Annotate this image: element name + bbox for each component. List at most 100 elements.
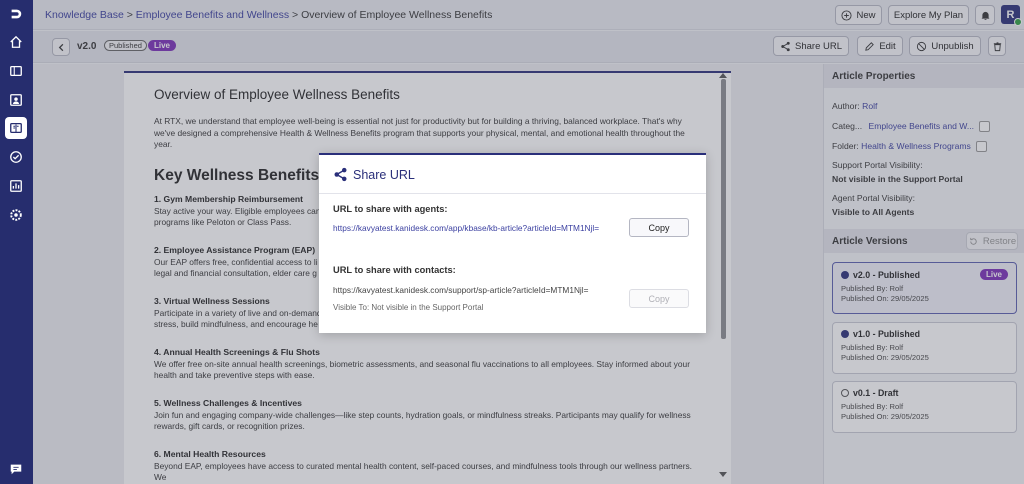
- avatar-initial: R: [1006, 8, 1015, 21]
- agents-url[interactable]: https://kavyatest.kanidesk.com/app/kbase…: [333, 223, 599, 233]
- delete-button[interactable]: [988, 36, 1006, 56]
- copy-contacts-url-button: Copy: [629, 289, 689, 308]
- version-title: v0.1 - Draft: [853, 388, 899, 398]
- version-published-on: Published On: 29/05/2025: [841, 412, 929, 421]
- scroll-up-arrow-icon[interactable]: [719, 73, 727, 78]
- contacts-icon[interactable]: [8, 92, 24, 108]
- contacts-visibility-note: Visible To: Not visible in the Support P…: [333, 303, 484, 312]
- properties-title: Article Properties: [824, 64, 1024, 88]
- article-title: Overview of Employee Wellness Benefits: [154, 87, 400, 102]
- notifications-button[interactable]: [975, 5, 995, 25]
- version-published-on: Published On: 29/05/2025: [841, 294, 929, 303]
- explore-plan-button[interactable]: Explore My Plan: [888, 5, 969, 25]
- top-header: Knowledge Base > Employee Benefits and W…: [33, 0, 1024, 30]
- chat-icon[interactable]: [8, 461, 24, 477]
- draft-circle-icon: [841, 389, 849, 397]
- folder-link[interactable]: Health & Wellness Programs: [861, 141, 971, 151]
- category-link[interactable]: Employee Benefits and W...: [869, 121, 975, 131]
- scroll-down-arrow-icon[interactable]: [719, 472, 727, 477]
- breadcrumb-category[interactable]: Employee Benefits and Wellness: [136, 9, 289, 21]
- share-url-button[interactable]: Share URL: [773, 36, 849, 56]
- restore-icon: [970, 237, 977, 245]
- benefit-body: Participate in a variety of live and on-…: [154, 307, 322, 330]
- unpublish-button[interactable]: Unpublish: [909, 36, 981, 56]
- benefit-title: 5. Wellness Challenges & Incentives: [154, 397, 302, 408]
- eye-off-icon: [917, 41, 927, 51]
- contacts-url-label: URL to share with contacts:: [333, 265, 456, 275]
- support-visibility-label: Support Portal Visibility:: [832, 160, 923, 170]
- version-card[interactable]: v0.1 - Draft Published By: Rolf Publishe…: [832, 381, 1017, 433]
- modal-title: Share URL: [353, 167, 415, 182]
- benefit-section: 6. Mental Health Resources Beyond EAP, e…: [154, 449, 701, 484]
- agent-visibility-label: Agent Portal Visibility:: [832, 193, 915, 203]
- pencil-icon: [865, 41, 875, 51]
- new-button[interactable]: New: [835, 5, 882, 25]
- home-icon[interactable]: [8, 34, 24, 50]
- knowledge-base-icon[interactable]: [5, 117, 27, 139]
- versions-title: Article Versions: [832, 236, 908, 247]
- version-card[interactable]: v2.0 - Published Live Published By: Rolf…: [832, 262, 1017, 314]
- reports-icon[interactable]: [8, 178, 24, 194]
- breadcrumb-separator: >: [126, 9, 133, 21]
- version-published-by: Published By: Rolf: [841, 402, 904, 411]
- agents-url-label: URL to share with agents:: [333, 204, 448, 214]
- scrollbar-thumb[interactable]: [721, 79, 726, 339]
- restore-label: Restore: [982, 235, 1017, 247]
- tasks-icon[interactable]: [8, 149, 24, 165]
- edit-category-icon[interactable]: [979, 121, 991, 133]
- online-badge-icon: [1014, 18, 1022, 26]
- left-nav: [0, 0, 33, 484]
- settings-icon[interactable]: [8, 207, 24, 223]
- category-row: Categ... Employee Benefits and W...: [832, 121, 991, 133]
- version-published-by: Published By: Rolf: [841, 343, 904, 352]
- breadcrumb-separator: >: [292, 9, 299, 21]
- article-intro: At RTX, we understand that employee well…: [154, 116, 685, 149]
- version-label: v2.0: [77, 41, 97, 52]
- logo-icon[interactable]: [8, 6, 24, 22]
- explore-label: Explore My Plan: [893, 9, 964, 21]
- share-icon: [334, 167, 347, 182]
- avatar[interactable]: R: [1001, 5, 1022, 26]
- edit-label: Edit: [879, 40, 896, 52]
- bell-icon: [981, 11, 989, 20]
- folder-label: Folder:: [832, 141, 859, 151]
- plus-circle-icon: [841, 9, 853, 21]
- version-published-by: Published By: Rolf: [841, 284, 904, 293]
- benefit-title: 4. Annual Health Screenings & Flu Shots: [154, 346, 320, 357]
- trash-icon: [993, 41, 1001, 51]
- chevron-left-icon: [58, 43, 63, 51]
- check-circle-icon: [841, 270, 849, 279]
- breadcrumb-knowledge-base[interactable]: Knowledge Base: [45, 9, 124, 21]
- copy-agents-url-button[interactable]: Copy: [629, 218, 689, 237]
- new-label: New: [856, 9, 876, 21]
- breadcrumb: Knowledge Base > Employee Benefits and W…: [45, 9, 492, 21]
- contacts-url: https://kavyatest.kanidesk.com/support/s…: [333, 285, 589, 295]
- tickets-icon[interactable]: [8, 63, 24, 79]
- unpublish-label: Unpublish: [931, 40, 974, 52]
- breadcrumb-current: Overview of Employee Wellness Benefits: [301, 9, 493, 21]
- version-published-on: Published On: 29/05/2025: [841, 353, 929, 362]
- version-card[interactable]: v1.0 - Published Published By: Rolf Publ…: [832, 322, 1017, 374]
- benefit-body: Beyond EAP, employees have access to cur…: [154, 460, 693, 483]
- edit-button[interactable]: Edit: [857, 36, 903, 56]
- back-button[interactable]: [52, 38, 70, 56]
- benefit-section: 5. Wellness Challenges & Incentives Join…: [154, 398, 701, 433]
- benefit-body: We offer free on-site annual health scre…: [154, 358, 690, 381]
- benefit-body: Our EAP offers free, confidential access…: [154, 256, 318, 279]
- check-circle-icon: [841, 330, 849, 338]
- edit-folder-icon[interactable]: [976, 141, 988, 153]
- live-badge: Live: [148, 40, 177, 51]
- benefit-body: Stay active your way. Eligible employees…: [154, 205, 321, 228]
- modal-header: Share URL: [333, 167, 415, 182]
- benefit-section: 4. Annual Health Screenings & Flu Shots …: [154, 347, 701, 382]
- author-row: Author: Rolf: [832, 101, 877, 111]
- category-label: Categ...: [832, 121, 863, 131]
- published-badge: Published: [104, 40, 147, 51]
- author-label: Author:: [832, 101, 860, 111]
- properties-panel: Article Properties Author: Rolf Categ...…: [823, 64, 1024, 484]
- author-link[interactable]: Rolf: [862, 101, 877, 111]
- support-visibility-value: Not visible in the Support Portal: [832, 174, 963, 184]
- benefit-title: 6. Mental Health Resources: [154, 448, 266, 459]
- restore-button[interactable]: Restore: [966, 232, 1018, 250]
- article-toolbar: v2.0 Published Live Share URL Edit Unpub…: [33, 31, 1024, 63]
